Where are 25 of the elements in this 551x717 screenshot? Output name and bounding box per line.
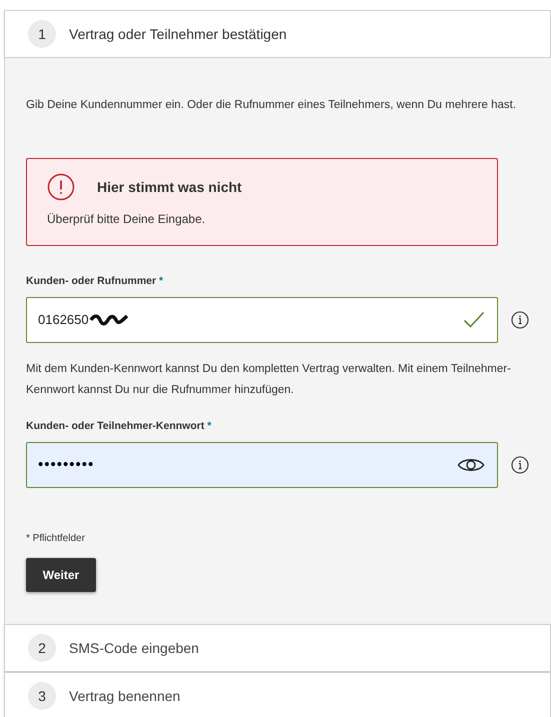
field-label: Kunden- oder Teilnehmer-Kennwort *	[26, 419, 212, 434]
step-number: 3	[28, 682, 56, 710]
step-title: Vertrag oder Teilnehmer bestätigen	[69, 24, 287, 44]
info-icon[interactable]	[511, 311, 529, 329]
input-field[interactable]: 0162650	[26, 297, 498, 343]
input-field[interactable]: •••••••••	[26, 442, 498, 488]
step-title: SMS-Code eingeben	[69, 638, 199, 658]
step-number: 2	[28, 634, 56, 662]
required-note: * Pflichtfelder	[26, 532, 86, 546]
field-value: •••••••••	[38, 454, 94, 474]
field-value: 0162650	[38, 311, 89, 330]
alert-message: Überprüf bitte Deine Eingabe.	[47, 211, 206, 228]
field-label: Kunden- oder Rufnummer *	[26, 274, 164, 290]
step-header[interactable]: 2 SMS-Code eingeben	[4, 624, 551, 672]
step-title: Vertrag benennen	[69, 686, 180, 706]
hint-text: Mit dem Kunden-Kennwort kannst Du den kompletten Vertrag verwalten. Mit einem Teilnehmer-Kennwort kannst Du nur die Rufnummer hinzufügen.	[26, 362, 512, 398]
step-header[interactable]: 1 Vertrag oder Teilnehmer bestätigen	[4, 10, 551, 58]
checkmark-icon	[463, 311, 485, 329]
alert-title: Hier stimmt was nicht	[97, 178, 242, 197]
instruction-text: Gib Deine Kundennummer ein. Oder die Rufnummer eines Teilnehmers, wenn Du mehrere hast.	[26, 98, 518, 113]
info-icon[interactable]	[511, 456, 529, 474]
step-number: 1	[28, 20, 56, 48]
step-header[interactable]: 3 Vertrag benennen	[4, 672, 551, 717]
alert-icon	[47, 173, 75, 202]
next-button[interactable]: Weiter	[26, 558, 96, 592]
